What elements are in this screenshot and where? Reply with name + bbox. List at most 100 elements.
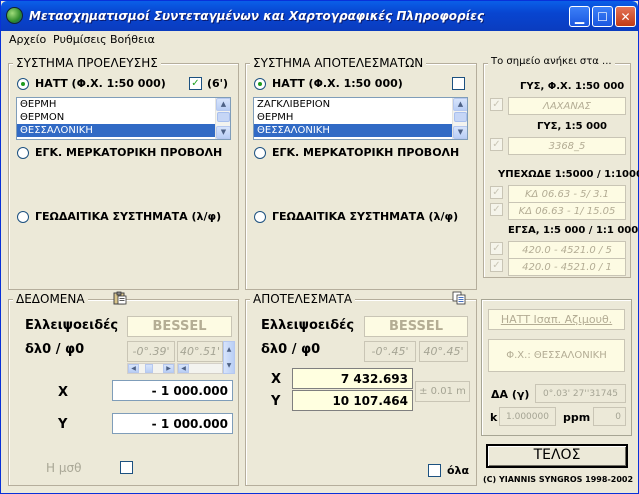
egsa-checkbox-2[interactable]: ✓: [490, 259, 503, 272]
result-system-legend: ΣΥΣΤΗΜΑ ΑΠΟΤΕΛΕΣΜΑΤΩΝ: [250, 56, 427, 70]
close-icon: ✕: [620, 9, 631, 24]
results-dl-field: -0°.45': [364, 341, 416, 362]
source-sheet-list[interactable]: ΘΕΡΜΗ ΘΕΡΜΟΝ ΘΕΣΣΑΛΟΝΙΚΗ ▲ ▼: [16, 97, 231, 140]
source-hatt-radio[interactable]: [17, 78, 29, 90]
close-button[interactable]: ✕: [615, 6, 636, 27]
window-title: Μετασχηματισμοί Συντεταγμένων και Χαρτογ…: [29, 9, 485, 23]
scroll-left-icon[interactable]: ◀: [128, 364, 139, 373]
scroll-right-icon[interactable]: ▶: [163, 364, 174, 373]
info-ppm-label: ppm: [563, 411, 591, 424]
results-x-output[interactable]: 7 432.693: [292, 368, 413, 389]
scroll-thumb[interactable]: [454, 112, 467, 122]
menu-bar: Αρχείο Ρυθμίσεις Βοήθεια: [1, 31, 638, 48]
info-da-field: 0°.03' 27''31745: [535, 384, 626, 403]
source-geodetic-label: ΓΕΩΔΑΙΤΙΚΑ ΣΥΣΤΗΜΑΤΑ (λ/φ): [35, 210, 222, 223]
results-legend: ΑΠΟΤΕΛΕΣΜΑΤΑ: [250, 292, 356, 306]
data-ellipsoid-label: Ελλειψοειδές: [25, 318, 119, 333]
result-six-checkbox[interactable]: [452, 77, 465, 90]
globe-icon: [6, 7, 23, 24]
main-window: Μετασχηματισμοί Συντεταγμένων και Χαρτογ…: [0, 0, 639, 494]
maximize-icon: ☐: [597, 9, 608, 24]
data-y-input[interactable]: - 1 000.000: [112, 413, 233, 434]
scroll-up-icon[interactable]: ▲: [216, 98, 230, 111]
result-geodetic-radio[interactable]: [254, 211, 266, 223]
menu-file[interactable]: Αρχείο: [9, 33, 46, 46]
menu-settings[interactable]: Ρυθμίσεις: [53, 33, 107, 46]
info-da-label: ΔΑ (γ): [491, 388, 530, 401]
source-geodetic-radio[interactable]: [17, 211, 29, 223]
scroll-up-icon[interactable]: ▲: [453, 98, 467, 111]
source-six-label: (6'): [207, 77, 229, 90]
list-item[interactable]: ΖΑΓΚΛΙΒΕΡΙΟΝ: [254, 98, 467, 111]
egsa-value-1: 420.0 - 4521.0 / 5: [508, 241, 626, 259]
list-item[interactable]: ΘΕΡΜΟΝ: [17, 111, 230, 124]
gys-50000-checkbox[interactable]: ✓: [490, 98, 503, 111]
ypexode-label: ΥΠΕΧΩΔΕ 1:5000 / 1:1000: [498, 169, 639, 180]
results-x-label: X: [271, 372, 282, 387]
results-ellipsoid-label: Ελλειψοειδές: [261, 318, 355, 333]
source-list-scrollbar[interactable]: ▲ ▼: [215, 98, 230, 139]
result-list-scrollbar[interactable]: ▲ ▼: [452, 98, 467, 139]
telos-button[interactable]: ΤΕΛΟΣ: [486, 444, 628, 468]
results-all-checkbox[interactable]: [428, 464, 441, 477]
clipboard-copy-icon[interactable]: [452, 291, 466, 305]
menu-help[interactable]: Βοήθεια: [110, 33, 155, 46]
data-h-label: Η μσθ: [46, 461, 82, 475]
scroll-down-icon[interactable]: ▼: [453, 126, 467, 139]
ypexode-value-2: ΚΔ 06.63 - 1/ 15.05: [508, 202, 626, 220]
result-geodetic-label: ΓΕΩΔΑΙΤΙΚΑ ΣΥΣΤΗΜΑΤΑ (λ/φ): [272, 210, 459, 223]
scroll-down-icon[interactable]: ▼: [216, 126, 230, 139]
egsa-value-2: 420.0 - 4521.0 / 1: [508, 258, 626, 276]
result-hatt-radio[interactable]: [254, 78, 266, 90]
data-dl-hscroll[interactable]: ◀ ▶: [127, 363, 175, 374]
data-dphi-hscroll[interactable]: ◀: [177, 363, 223, 374]
gys-5000-checkbox[interactable]: ✓: [490, 138, 503, 151]
spin-down-icon[interactable]: ▼: [224, 358, 234, 373]
source-six-checkbox[interactable]: ✓: [189, 77, 202, 90]
data-dl-dphi-label: δλ0 / φ0: [25, 342, 85, 357]
list-item-selected[interactable]: ΘΕΣΣΑΛΟΝΙΚΗ: [254, 124, 467, 137]
result-sheet-list[interactable]: ΖΑΓΚΛΙΒΕΡΙΟΝ ΘΕΡΜΗ ΘΕΣΣΑΛΟΝΙΚΗ ▲ ▼: [253, 97, 468, 140]
info-projection-title: ΗΑΤΤ Ισαπ. Αζιμουθ.: [488, 309, 625, 330]
egsa-checkbox-1[interactable]: ✓: [490, 242, 503, 255]
ypexode-checkbox-1[interactable]: ✓: [490, 186, 503, 199]
results-y-output[interactable]: 10 107.464: [292, 390, 413, 411]
results-dl-dphi-label: δλ0 / φ0: [261, 342, 321, 357]
data-h-checkbox[interactable]: [120, 461, 133, 474]
result-hatt-label: ΗΑΤΤ (Φ.Χ. 1:50 000): [272, 77, 403, 90]
list-item[interactable]: ΘΕΡΜΗ: [17, 98, 230, 111]
data-x-input[interactable]: - 1 000.000: [112, 380, 233, 401]
gys-50000-value: ΛΑΧΑΝΑΣ: [508, 97, 626, 115]
results-y-label: Y: [271, 394, 281, 409]
data-dl-field[interactable]: -0°.39': [127, 341, 175, 362]
source-mercator-radio[interactable]: [17, 147, 29, 159]
data-legend: ΔΕΔΟΜΕΝΑ: [13, 292, 88, 306]
data-x-label: X: [58, 385, 69, 400]
data-ellipsoid-field[interactable]: BESSEL: [127, 316, 232, 337]
ypexode-value-1: ΚΔ 06.63 - 5/ 3.1: [508, 185, 626, 203]
scroll-left-icon[interactable]: ◀: [178, 364, 189, 373]
ypexode-checkbox-2[interactable]: ✓: [490, 203, 503, 216]
source-hatt-label: ΗΑΤΤ (Φ.Χ. 1:50 000): [35, 77, 166, 90]
scroll-thumb[interactable]: [217, 112, 230, 122]
point-belongs-legend: Το σημείο ανήκει στα ...: [488, 56, 615, 67]
list-item-selected[interactable]: ΘΕΣΣΑΛΟΝΙΚΗ: [17, 124, 230, 137]
data-dphi-spinner[interactable]: ▲ ▼: [223, 341, 235, 374]
info-ppm-field: 0: [593, 407, 626, 426]
result-mercator-label: ΕΓΚ. ΜΕΡΚΑΤΟΡΙΚΗ ΠΡΟΒΟΛΗ: [272, 146, 460, 159]
title-bar[interactable]: Μετασχηματισμοί Συντεταγμένων και Χαρτογ…: [1, 1, 638, 31]
scroll-thumb[interactable]: [145, 364, 153, 373]
info-k-field: 1.000000: [499, 407, 556, 426]
spin-up-icon[interactable]: ▲: [224, 342, 234, 358]
info-sheet-name: Φ.Χ.: ΘΕΣΣΑΛΟΝΙΚΗ: [488, 339, 625, 372]
clipboard-paste-icon[interactable]: [113, 291, 127, 305]
maximize-button[interactable]: ☐: [592, 6, 613, 27]
data-y-label: Y: [58, 417, 68, 432]
gys-5000-label: ΓΥΣ, 1:5 000: [537, 121, 607, 132]
result-mercator-radio[interactable]: [254, 147, 266, 159]
results-all-label: όλα: [447, 464, 470, 477]
minimize-button[interactable]: ▁: [569, 6, 590, 27]
results-accuracy: ± 0.01 m: [415, 381, 470, 402]
data-dphi-field[interactable]: 40°.51': [177, 341, 223, 362]
list-item[interactable]: ΘΕΡΜΗ: [254, 111, 467, 124]
